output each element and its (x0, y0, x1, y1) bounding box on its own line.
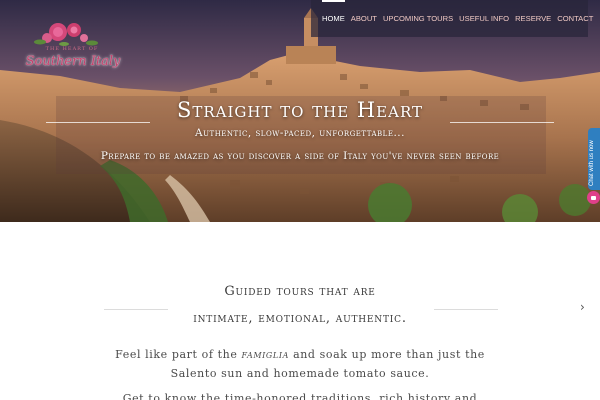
chat-tab-label: Chat with us now (589, 140, 595, 186)
intro-section: Guided tours that are intimate, emotiona… (0, 222, 600, 400)
nav-item-about[interactable]: ABOUT (348, 14, 380, 23)
site-logo[interactable]: THE HEART OF Southern Italy (14, 16, 120, 72)
main-nav: HOME ABOUT UPCOMING TOURS USEFUL INFO RE… (311, 0, 593, 37)
intro-rule-right (434, 309, 498, 310)
intro-paragraph-line1: Feel like part of the famiglia and soak … (0, 348, 600, 361)
nav-item-home[interactable]: HOME (319, 0, 348, 23)
logo-line2: Southern Italy (25, 54, 121, 69)
logo-line1: THE HEART OF (45, 46, 99, 52)
hero-rule-right (450, 122, 554, 123)
nav-item-reserve[interactable]: RESERVE (512, 14, 554, 23)
intro-rule-left (104, 309, 168, 310)
intro-paragraph-line2: Salento sun and homemade tomato sauce. (170, 367, 430, 380)
intro-title-line2: intimate, emotional, authentic. (193, 311, 407, 326)
nav-item-useful-info[interactable]: USEFUL INFO (456, 14, 512, 23)
chevron-right-icon[interactable]: › (580, 300, 585, 314)
chat-bubble-icon[interactable] (587, 191, 600, 204)
nav-item-contact[interactable]: CONTACT (554, 14, 596, 23)
para1-emphasis: famiglia (241, 348, 289, 361)
hero-rule-left (46, 122, 150, 123)
nav-item-upcoming-tours[interactable]: UPCOMING TOURS (380, 14, 456, 23)
hero-subtitle: Authentic, slow-paced, unforgettable... (195, 127, 405, 139)
intro-paragraph-line3: Get to know the time-honored traditions,… (122, 392, 478, 400)
hero-tagline: Prepare to be amazed as you discover a s… (100, 150, 500, 162)
intro-title-line1: Guided tours that are (224, 284, 376, 299)
hero-banner: THE HEART OF Southern Italy HOME ABOUT U… (0, 0, 600, 222)
hero-title: Straight to the Heart (176, 98, 423, 122)
para1-after: and soak up more than just the (288, 348, 485, 361)
para1-before: Feel like part of the (115, 348, 242, 361)
roses-icon (34, 23, 98, 46)
chat-tab[interactable]: Chat with us now (588, 128, 600, 190)
